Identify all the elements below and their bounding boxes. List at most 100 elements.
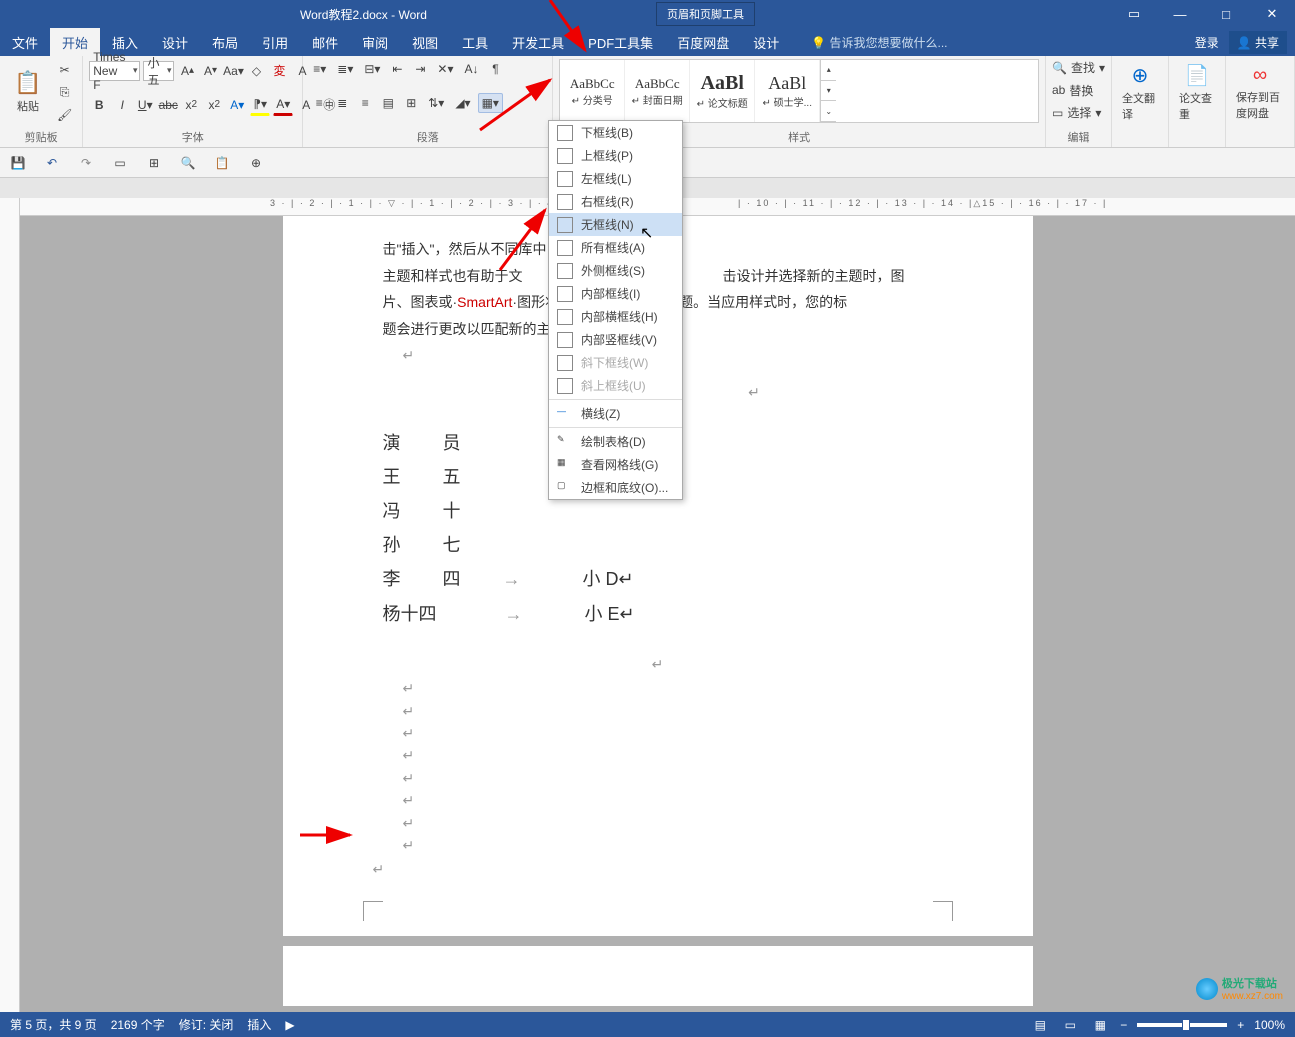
zoom-level[interactable]: 100% (1254, 1018, 1285, 1032)
paper-check-button[interactable]: 📄论文查重 (1175, 59, 1219, 125)
border-right-item[interactable]: 右框线(R) (549, 190, 682, 213)
qat-btn-5[interactable]: ⊕ (244, 151, 268, 175)
maximize-button[interactable]: □ (1203, 0, 1249, 28)
style-item-0[interactable]: AaBbCc↵ 分类号 (560, 60, 625, 122)
view-web-button[interactable]: ▦ (1090, 1015, 1110, 1035)
border-inside-item[interactable]: 内部框线(I) (549, 282, 682, 305)
styles-down-button[interactable]: ▾ (821, 81, 836, 102)
share-button[interactable]: 👤 共享 (1229, 31, 1287, 54)
increase-indent-button[interactable]: ⇥ (410, 59, 430, 79)
border-bottom-item[interactable]: 下框线(B) (549, 121, 682, 144)
shrink-font-button[interactable]: A▾ (200, 61, 220, 81)
font-size-combo[interactable]: 小五 (143, 61, 174, 81)
styles-up-button[interactable]: ▴ (821, 60, 836, 81)
tab-baidu[interactable]: 百度网盘 (665, 28, 741, 56)
undo-button[interactable]: ↶ (40, 151, 64, 175)
tab-view[interactable]: 视图 (400, 28, 450, 56)
login-link[interactable]: 登录 (1195, 34, 1219, 51)
align-right-button[interactable]: ≡ (355, 93, 375, 113)
italic-button[interactable]: I (112, 95, 132, 115)
style-item-3[interactable]: AaBl↵ 硕士学... (755, 60, 820, 122)
find-button[interactable]: 查找 (1071, 59, 1095, 76)
tab-file[interactable]: 文件 (0, 28, 50, 56)
view-gridlines-item[interactable]: ▦查看网格线(G) (549, 453, 682, 476)
qat-btn-1[interactable]: ▭ (108, 151, 132, 175)
view-print-button[interactable]: ▤ (1030, 1015, 1050, 1035)
border-inside-h-item[interactable]: 内部横框线(H) (549, 305, 682, 328)
superscript-button[interactable]: x2 (204, 95, 224, 115)
style-item-2[interactable]: AaBl↵ 论文标题 (690, 60, 755, 122)
decrease-indent-button[interactable]: ⇤ (387, 59, 407, 79)
next-page[interactable] (283, 946, 1033, 1006)
qat-btn-2[interactable]: ⊞ (142, 151, 166, 175)
cut-button[interactable]: ✂ (53, 60, 76, 80)
styles-gallery[interactable]: AaBbCc↵ 分类号 AaBbCc↵ 封面日期 AaBl↵ 论文标题 AaBl… (559, 59, 1039, 123)
zoom-slider[interactable] (1137, 1023, 1227, 1027)
bullets-button[interactable]: ≡▾ (309, 59, 330, 79)
text-effect-button[interactable]: A▾ (227, 95, 247, 115)
baidu-save-button[interactable]: ∞保存到百度网盘 (1232, 59, 1288, 125)
underline-button[interactable]: U▾ (135, 95, 155, 115)
align-center-button[interactable]: ≣ (332, 93, 352, 113)
grow-font-button[interactable]: A▴ (177, 61, 197, 81)
subscript-button[interactable]: x2 (181, 95, 201, 115)
tab-context-design[interactable]: 设计 (741, 28, 791, 56)
border-left-item[interactable]: 左框线(L) (549, 167, 682, 190)
zoom-thumb[interactable] (1182, 1019, 1190, 1031)
track-status[interactable]: 修订: 关闭 (179, 1016, 234, 1033)
numbering-button[interactable]: ≣▾ (333, 59, 357, 79)
border-top-item[interactable]: 上框线(P) (549, 144, 682, 167)
copy-button[interactable]: ⎘ (53, 82, 76, 103)
full-translate-button[interactable]: ⊕全文翻译 (1118, 59, 1162, 125)
bold-button[interactable]: B (89, 95, 109, 115)
tab-tools[interactable]: 工具 (450, 28, 500, 56)
borders-shading-item[interactable]: ▢边框和底纹(O)... (549, 476, 682, 499)
tab-reference[interactable]: 引用 (250, 28, 300, 56)
select-button[interactable]: 选择 (1067, 104, 1091, 121)
strike-button[interactable]: abc (158, 95, 178, 115)
distributed-button[interactable]: ⊞ (401, 93, 421, 113)
tab-mail[interactable]: 邮件 (300, 28, 350, 56)
asian-layout-button[interactable]: ✕▾ (433, 59, 457, 79)
zoom-in-button[interactable]: + (1237, 1018, 1244, 1032)
view-read-button[interactable]: ▭ (1060, 1015, 1080, 1035)
replace-button[interactable]: 替换 (1069, 82, 1093, 99)
highlight-button[interactable]: ⁋▾ (250, 94, 270, 116)
font-color-button[interactable]: A▾ (273, 94, 293, 116)
horizontal-line-item[interactable]: —横线(Z) (549, 402, 682, 425)
border-none-item[interactable]: 无框线(N) (549, 213, 682, 236)
ribbon-options-icon[interactable]: ▭ (1111, 0, 1157, 28)
tab-layout[interactable]: 布局 (200, 28, 250, 56)
redo-button[interactable]: ↷ (74, 151, 98, 175)
zoom-out-button[interactable]: − (1120, 1018, 1127, 1032)
paste-button[interactable]: 📋 粘贴 (6, 59, 50, 125)
close-button[interactable]: ✕ (1249, 0, 1295, 28)
page-status[interactable]: 第 5 页，共 9 页 (10, 1016, 97, 1033)
styles-more-button[interactable]: ⌄ (821, 101, 836, 122)
change-case-button[interactable]: Aa▾ (223, 61, 243, 81)
qat-btn-3[interactable]: 🔍 (176, 151, 200, 175)
vertical-ruler[interactable] (0, 198, 20, 1012)
macro-icon[interactable]: ▶ (285, 1018, 294, 1032)
insert-mode[interactable]: 插入 (247, 1016, 271, 1033)
clear-format-button[interactable]: ◇ (246, 61, 266, 81)
tell-me-input[interactable]: 💡 告诉我您想要做什么... (791, 34, 947, 51)
line-spacing-button[interactable]: ⇅▾ (424, 93, 448, 113)
multilevel-button[interactable]: ⊟▾ (360, 59, 384, 79)
style-item-1[interactable]: AaBbCc↵ 封面日期 (625, 60, 690, 122)
save-button[interactable]: 💾 (6, 151, 30, 175)
qat-btn-4[interactable]: 📋 (210, 151, 234, 175)
border-inside-v-item[interactable]: 内部竖框线(V) (549, 328, 682, 351)
draw-table-item[interactable]: ✎绘制表格(D) (549, 430, 682, 453)
justify-button[interactable]: ▤ (378, 93, 398, 113)
word-count[interactable]: 2169 个字 (111, 1016, 165, 1033)
phonetic-button[interactable]: 変 (269, 59, 289, 82)
font-name-combo[interactable]: Times New F (89, 61, 140, 81)
border-all-item[interactable]: 所有框线(A) (549, 236, 682, 259)
tab-design[interactable]: 设计 (150, 28, 200, 56)
align-left-button[interactable]: ≡ (309, 93, 329, 113)
format-painter-button[interactable]: 🖌 (53, 105, 76, 125)
minimize-button[interactable]: ― (1157, 0, 1203, 28)
border-outside-item[interactable]: 外侧框线(S) (549, 259, 682, 282)
tab-review[interactable]: 审阅 (350, 28, 400, 56)
